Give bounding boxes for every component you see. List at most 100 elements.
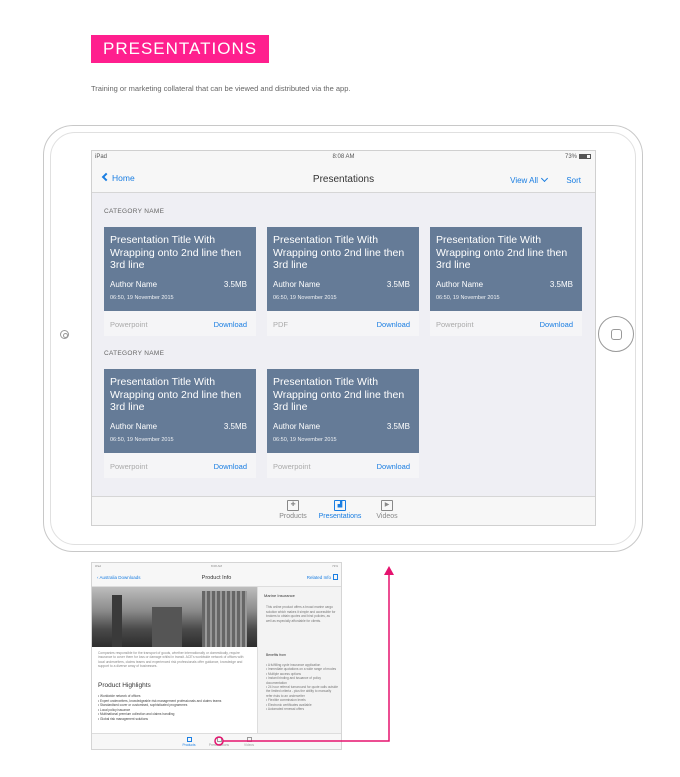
thumb-tab-videos[interactable]: Videos [234,737,264,747]
thumb-nav-bar: ‹ Australia Downloads Product Info Relat… [92,570,341,587]
download-button[interactable]: Download [377,462,410,471]
status-battery: 73% [565,154,591,160]
thumb-intro-paragraph: Companies responsible for the transport … [98,651,244,669]
card-file-type: Powerpoint [436,320,474,329]
photo-tower [112,595,122,647]
card-header: Presentation Title With Wrapping onto 2n… [430,227,582,311]
card-size: 3.5MB [223,422,247,431]
section-title-badge: PRESENTATIONS [91,35,270,63]
card-date: 06:50, 19 November 2015 [110,437,174,443]
section-subtitle: Training or marketing collateral that ca… [91,84,351,93]
chevron-down-icon [540,174,549,183]
status-time: 8:08 AM [332,154,355,160]
navigation-bar: Home Presentations View All Sort [92,165,595,193]
card-header: Presentation Title With Wrapping onto 2n… [104,369,256,453]
card-header: Presentation Title With Wrapping onto 2n… [267,369,419,453]
download-button[interactable]: Download [214,320,247,329]
tab-bar: ✚ Products ▟ Presentations ▶ Videos [92,496,595,525]
download-button[interactable]: Download [377,320,410,329]
product-info-thumbnail: iPad 8:08 AM 73% ‹ Australia Downloads P… [91,562,342,750]
list-item: • Instant binding and issuance of policy… [266,676,321,685]
thumb-page-title: Product Info [201,575,232,581]
view-all-label: View All [510,176,538,185]
thumb-status-time: 8:08 AM [210,564,222,568]
home-button[interactable] [598,316,634,352]
presentation-icon [216,737,222,742]
card-file-type: PDF [273,320,288,329]
card-header: Presentation Title With Wrapping onto 2n… [267,227,419,311]
tab-products[interactable]: ✚ Products [268,500,318,520]
thumb-highlights-list: • Worldwide network of offices • Expert … [98,694,250,722]
tab-videos[interactable]: ▶ Videos [362,500,412,520]
thumb-highlights-heading: Product Highlights [98,682,151,689]
products-icon [186,737,192,742]
photo-building [152,607,182,647]
card-title: Presentation Title With Wrapping onto 2n… [436,234,568,271]
ipad-screen: iPad 8:08 AM 73% Home Presentations View… [91,150,596,526]
camera-icon [60,330,69,339]
presentation-card[interactable]: Presentation Title With Wrapping onto 2n… [430,227,582,336]
thumb-status-bar: iPad 8:08 AM 73% [92,563,341,570]
card-title: Presentation Title With Wrapping onto 2n… [110,234,242,271]
card-author: Author Name [436,280,484,289]
presentation-card[interactable]: Presentation Title With Wrapping onto 2n… [267,369,419,478]
card-file-type: Powerpoint [273,462,311,471]
play-icon: ▶ [381,500,393,511]
products-icon: ✚ [287,500,299,511]
thumb-tab-presentations[interactable]: Presentations [204,737,234,747]
category-heading: CATEGORY NAME [104,350,165,357]
card-author: Author Name [110,422,158,431]
card-file-type: Powerpoint [110,320,148,329]
presentation-card[interactable]: Presentation Title With Wrapping onto 2n… [104,369,256,478]
home-square-icon [611,329,622,340]
download-button[interactable]: Download [214,462,247,471]
card-author: Author Name [110,280,158,289]
city-skyline-photo [92,587,257,647]
card-date: 06:50, 19 November 2015 [273,295,337,301]
tab-label: Presentations [318,513,362,520]
status-bar: iPad 8:08 AM 73% [92,151,595,165]
card-author: Author Name [273,280,321,289]
card-size: 3.5MB [549,280,573,289]
category-heading: CATEGORY NAME [104,208,165,215]
thumb-side-title: Marine Insurance [264,593,295,598]
card-date: 06:50, 19 November 2015 [110,295,174,301]
card-size: 3.5MB [386,280,410,289]
list-item: • 24 hour referral turnaround for quote … [266,685,339,698]
share-icon[interactable] [333,574,338,580]
battery-percent: 73% [564,154,577,161]
card-title: Presentation Title With Wrapping onto 2n… [273,376,405,413]
card-author: Author Name [273,422,321,431]
tab-label: Videos [376,513,398,520]
card-size: 3.5MB [223,280,247,289]
thumb-tab-products[interactable]: Products [174,737,204,747]
play-icon [246,737,252,742]
thumb-benefits-title: Benefits from [266,653,286,657]
thumb-status-battery: 73% [331,564,338,568]
sort-button[interactable]: Sort [566,176,581,185]
presentation-card[interactable]: Presentation Title With Wrapping onto 2n… [267,227,419,336]
card-title: Presentation Title With Wrapping onto 2n… [110,376,242,413]
list-item: • Automated renewal offers [266,707,305,712]
thumb-tab-bar: Products Presentations Videos [92,733,341,749]
download-button[interactable]: Download [540,320,573,329]
card-date: 06:50, 19 November 2015 [273,437,337,443]
tab-presentations[interactable]: ▟ Presentations [318,500,362,520]
card-header: Presentation Title With Wrapping onto 2n… [104,227,256,311]
card-title: Presentation Title With Wrapping onto 2n… [273,234,405,271]
tab-label: Products [279,513,307,520]
card-date: 06:50, 19 November 2015 [436,295,500,301]
thumb-benefits-list: • A fulfilling cycle insurance applicati… [266,663,338,711]
thumb-side-panel: Marine Insurance This online product off… [257,587,341,735]
arrow-head-icon [384,566,394,575]
card-file-type: Powerpoint [110,462,148,471]
card-size: 3.5MB [386,422,410,431]
presentation-card[interactable]: Presentation Title With Wrapping onto 2n… [104,227,256,336]
thumb-side-text: This online product offers a broad marin… [266,605,336,623]
view-all-dropdown[interactable]: View All [510,174,549,185]
photo-building [202,591,247,647]
list-item: • Global risk management solutions [98,716,149,721]
battery-icon [579,154,591,159]
thumb-related-button[interactable]: Related Info [307,575,331,580]
presentation-icon: ▟ [334,500,346,511]
